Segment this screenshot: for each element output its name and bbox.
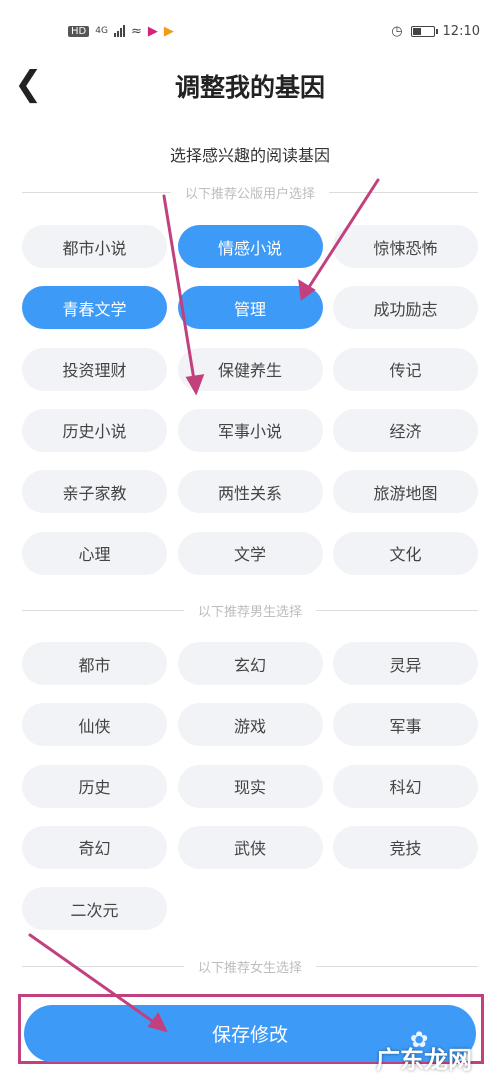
watermark: 广东龙网 — [376, 1046, 472, 1074]
tag-chip[interactable]: 玄幻 — [177, 642, 323, 685]
tag-chip[interactable]: 旅游地图 — [333, 470, 478, 514]
tag-chip[interactable]: 惊悚恐怖 — [333, 225, 478, 268]
signal-icon — [113, 25, 125, 37]
section-divider-female: 以下推荐女生选择 — [22, 956, 479, 976]
tag-chip[interactable]: 管理 — [177, 286, 323, 330]
section-heading: 以下推荐女生选择 — [198, 960, 303, 976]
tag-chip[interactable]: 青春文学 — [22, 286, 167, 330]
tag-chip[interactable]: 灵异 — [333, 642, 478, 685]
tag-chip[interactable]: 历史 — [22, 764, 167, 808]
tag-chip[interactable]: 历史小说 — [22, 408, 167, 452]
status-right: ◷ 12:10 — [391, 24, 480, 39]
status-bar: HD 4G ≈ ▶ ▶ ◷ 12:10 — [0, 0, 500, 62]
tag-chip[interactable]: 游戏 — [177, 703, 323, 747]
tag-chip[interactable]: 仙侠 — [22, 703, 167, 747]
media-app-icon: ▶ — [163, 23, 174, 39]
tag-chip[interactable]: 成功励志 — [333, 286, 478, 330]
top-bar: ❮ 调整我的基因 — [0, 62, 500, 117]
section-heading: 以下推荐公版用户选择 — [185, 186, 316, 202]
page-subtitle: 选择感兴趣的阅读基因 — [169, 146, 330, 165]
tag-chip[interactable]: 传记 — [333, 347, 478, 391]
tag-chip[interactable]: 投资理财 — [22, 347, 167, 391]
tag-chip[interactable]: 情感小说 — [177, 225, 323, 268]
tag-chip[interactable]: 保健养生 — [177, 347, 323, 391]
tag-chip[interactable]: 军事小说 — [177, 408, 323, 452]
tag-chip[interactable]: 竞技 — [333, 825, 478, 869]
alarm-icon: ◷ — [391, 23, 403, 39]
tag-chip[interactable]: 奇幻 — [22, 825, 167, 869]
tag-chip[interactable]: 二次元 — [22, 887, 167, 931]
section-heading: 以下推荐男生选择 — [198, 604, 303, 620]
tag-chip[interactable]: 经济 — [333, 408, 478, 452]
tag-chip[interactable]: 文学 — [177, 531, 323, 575]
section-divider-male: 以下推荐男生选择 — [22, 600, 479, 620]
tag-chip[interactable]: 心理 — [22, 531, 167, 575]
wifi-icon: ≈ — [130, 23, 142, 39]
battery-icon — [410, 25, 438, 37]
section-divider-publisher: 以下推荐公版用户选择 — [22, 182, 479, 202]
status-left: HD 4G ≈ ▶ ▶ — [68, 24, 174, 39]
clock: 12:10 — [442, 23, 480, 39]
tag-chip[interactable]: 现实 — [177, 764, 323, 808]
tag-chip[interactable]: 文化 — [333, 531, 478, 575]
hd-badge: HD — [68, 25, 90, 37]
tag-chip[interactable]: 科幻 — [333, 764, 478, 808]
tag-chip[interactable]: 两性关系 — [177, 470, 323, 514]
page-title: 调整我的基因 — [174, 73, 325, 102]
tag-chip[interactable]: 都市小说 — [22, 225, 167, 268]
tag-chip[interactable]: 都市 — [22, 642, 167, 685]
tag-chip[interactable]: 武侠 — [177, 825, 323, 869]
tag-chip[interactable]: 亲子家教 — [22, 470, 167, 514]
tag-chip[interactable]: 军事 — [333, 703, 478, 747]
network-type: 4G — [95, 26, 108, 36]
video-app-icon: ▶ — [147, 23, 158, 39]
